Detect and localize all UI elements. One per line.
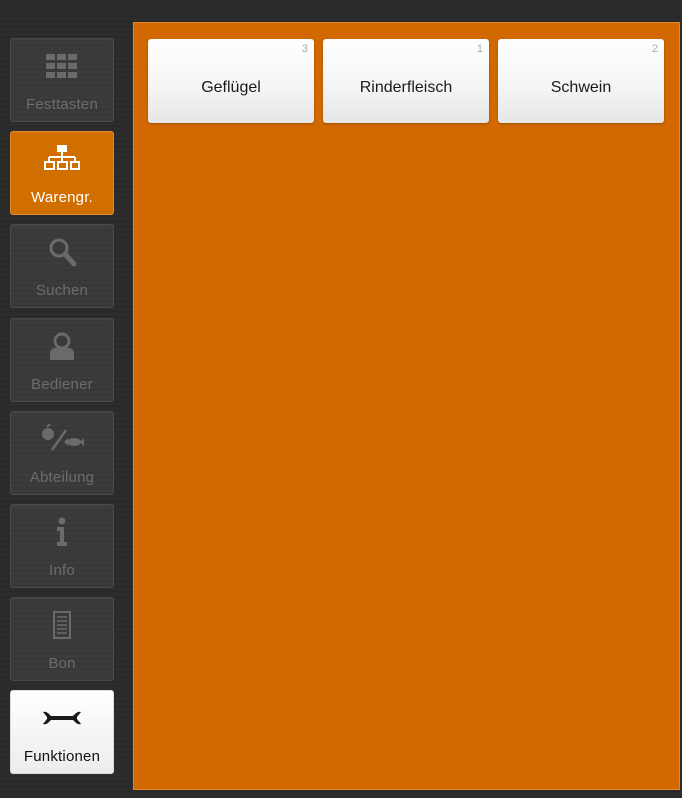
nav-label: Abteilung: [29, 469, 95, 486]
item-count: 1: [476, 43, 483, 55]
nav-item-bediener[interactable]: Bediener: [10, 318, 114, 402]
nav-item-suchen[interactable]: Suchen: [10, 224, 114, 308]
nav-label: Info: [49, 562, 75, 579]
product-group-button-rinderfleisch[interactable]: 1 Rinderfleisch: [323, 39, 489, 123]
nav-label: Funktionen: [23, 748, 101, 765]
nav-label: Warengr.: [31, 189, 93, 206]
wrench-icon: [11, 703, 113, 733]
meat-fish-icon: [11, 424, 113, 454]
sitemap-icon: [11, 144, 113, 174]
nav-label: Bon: [48, 655, 76, 672]
grid-icon: [11, 51, 113, 81]
search-icon: [11, 237, 113, 267]
nav-label: Bediener: [31, 376, 93, 393]
sidebar: Festtasten Warengr. Suchen Bediener Abte…: [0, 0, 124, 798]
nav-label: Suchen: [35, 282, 89, 299]
product-group-name: Schwein: [550, 79, 612, 96]
info-icon: [11, 517, 113, 547]
product-group-button-schwein[interactable]: 2 Schwein: [498, 39, 664, 123]
nav-item-bon[interactable]: Bon: [10, 597, 114, 681]
nav-item-warengruppen[interactable]: Warengr.: [10, 131, 114, 215]
nav-item-funktionen[interactable]: Funktionen: [10, 690, 114, 774]
nav-item-abteilung[interactable]: Abteilung: [10, 411, 114, 495]
product-group-panel: 3 Geflügel 1 Rinderfleisch 2 Schwein: [133, 22, 680, 790]
user-icon: [11, 331, 113, 361]
receipt-icon: [11, 610, 113, 640]
nav-item-festtasten[interactable]: Festtasten: [10, 38, 114, 122]
product-group-name: Geflügel: [201, 79, 261, 96]
item-count: 2: [651, 43, 658, 55]
item-count: 3: [301, 43, 308, 55]
nav-item-info[interactable]: Info: [10, 504, 114, 588]
nav-label: Festtasten: [25, 96, 99, 113]
product-group-name: Rinderfleisch: [359, 79, 453, 96]
product-group-button-gefluegel[interactable]: 3 Geflügel: [148, 39, 314, 123]
